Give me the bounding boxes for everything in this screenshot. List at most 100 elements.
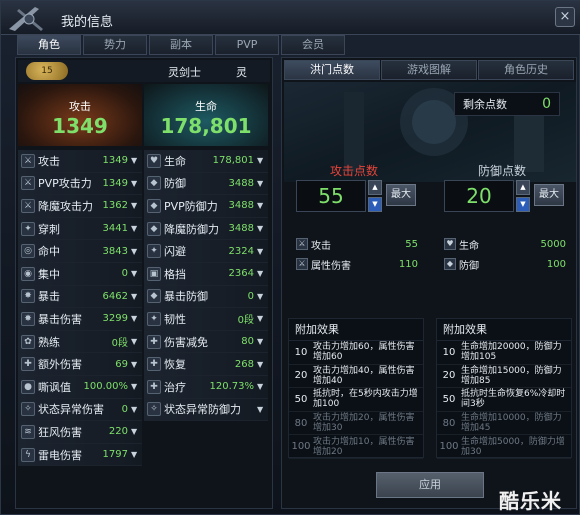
tab-game-guide[interactable]: 游戏图解 [381,60,477,80]
expand-arrow-icon[interactable]: ▼ [257,156,265,165]
stat-value: 3488 [228,200,254,212]
attack-max-button[interactable]: 最大 [386,184,416,206]
stat-row[interactable]: ≋ 狂风伤害 220 ▼ [18,421,142,444]
stat-row[interactable]: ⚔ 攻击 1349 ▼ [18,150,142,173]
expand-arrow-icon[interactable]: ▼ [257,179,265,188]
stat-value: 3299 [102,313,128,325]
expand-arrow-icon[interactable]: ▼ [131,314,139,323]
stat-icon: ⚔ [21,176,35,191]
bonus-title: 附加效果 [437,319,571,341]
decrement-icon[interactable]: ▼ [516,197,530,212]
expand-arrow-icon[interactable]: ▼ [131,427,139,436]
expand-arrow-icon[interactable]: ▼ [257,382,265,391]
tab-faction[interactable]: 势力 [83,35,147,55]
stat-row[interactable]: ✿ 熟练 0段 ▼ [18,330,142,354]
expand-arrow-icon[interactable]: ▼ [131,450,139,459]
expand-arrow-icon[interactable]: ▼ [131,405,139,414]
sword-icon: ⚔ [296,258,308,270]
stat-row[interactable]: ✚ 恢复 268 ▼ [144,353,268,376]
stat-name: 防御 [164,177,186,191]
tab-pvp[interactable]: PVP [215,35,279,55]
stat-name: 生命 [459,240,479,252]
stat-row[interactable]: ✧ 状态异常防御力 ▼ [144,398,268,422]
attack-summary: 攻击 1349 [18,84,142,146]
attack-points-value[interactable]: 55 [296,180,366,212]
tab-member[interactable]: 会员 [281,35,345,55]
stat-icon: ✿ [21,334,35,349]
stat-name: PVP攻击力 [38,177,92,191]
stat-row[interactable]: ✦ 韧性 0段 ▼ [144,308,268,331]
stat-icon: ✚ [147,379,161,394]
tab-points[interactable]: 洪门点数 [284,60,380,80]
increment-icon[interactable]: ▲ [516,180,530,195]
stat-row[interactable]: ▣ 格挡 2364 ▼ [144,262,268,286]
stat-row[interactable]: ◆ PVP防御力 3488 ▼ [144,195,268,218]
expand-arrow-icon[interactable]: ▼ [131,360,139,369]
stat-name: 生命 [164,154,186,168]
tab-history[interactable]: 角色历史 [478,60,574,80]
window-title: 我的信息 [61,15,114,30]
stat-row[interactable]: ⚔ PVP攻击力 1349 ▼ [18,172,142,196]
stat-row[interactable]: ⚔ 降魔攻击力 1362 ▼ [18,195,142,218]
stat-row[interactable]: ◆ 暴击防御 0 ▼ [144,285,268,309]
stat-row[interactable]: ◎ 命中 3843 ▼ [18,240,142,263]
stat-row[interactable]: ✸ 暴击 6462 ▼ [18,285,142,309]
stat-value: 1349 [102,177,128,189]
stat-icon: ✸ [21,289,35,304]
stat-row[interactable]: ϟ 雷电伤害 1797 ▼ [18,443,142,467]
expand-arrow-icon[interactable]: ▼ [257,269,265,278]
expand-arrow-icon[interactable]: ▼ [131,201,139,210]
expand-arrow-icon[interactable]: ▼ [257,405,265,414]
apply-button[interactable]: 应用 [376,472,484,498]
title-bar[interactable]: 我的信息 × [1,1,580,35]
expand-arrow-icon[interactable]: ▼ [257,201,265,210]
expand-arrow-icon[interactable]: ▼ [131,247,139,256]
stat-name: 恢复 [164,358,186,372]
stat-row[interactable]: ✚ 治疗 120.73% ▼ [144,375,268,399]
expand-arrow-icon[interactable]: ▼ [131,224,139,233]
expand-arrow-icon[interactable]: ▼ [131,156,139,165]
stat-row[interactable]: ✸ 暴击伤害 3299 ▼ [18,308,142,331]
tab-dungeon[interactable]: 副本 [149,35,213,55]
stat-icon: ✚ [21,357,35,372]
expand-arrow-icon[interactable]: ▼ [257,360,265,369]
expand-arrow-icon[interactable]: ▼ [257,337,265,346]
expand-arrow-icon[interactable]: ▼ [131,382,139,391]
stat-row[interactable]: ♥ 生命 178,801 ▼ [144,150,268,173]
stat-value: 0段 [237,315,254,327]
tab-character[interactable]: 角色 [17,35,81,55]
defense-points-stepper[interactable]: ▲ ▼ [516,180,530,212]
stat-row[interactable]: ✦ 穿刺 3441 ▼ [18,217,142,241]
expand-arrow-icon[interactable]: ▼ [257,247,265,256]
increment-icon[interactable]: ▲ [368,180,382,195]
stat-row[interactable]: ✚ 额外伤害 69 ▼ [18,353,142,376]
stat-value: 1349 [102,155,128,167]
close-button[interactable]: × [555,7,575,27]
stat-name: 属性伤害 [311,260,351,272]
defense-points-value[interactable]: 20 [444,180,514,212]
attack-points-stepper[interactable]: ▲ ▼ [368,180,382,212]
stat-row[interactable]: ◆ 降魔防御力 3488 ▼ [144,217,268,241]
expand-arrow-icon[interactable]: ▼ [131,179,139,188]
expand-arrow-icon[interactable]: ▼ [131,292,139,301]
stat-icon: ◆ [147,221,161,236]
stat-row[interactable]: ● 嘶讽值 100.00% ▼ [18,375,142,399]
stat-row[interactable]: ✚ 伤害减免 80 ▼ [144,330,268,354]
hp-summary-label: 生命 [195,100,217,113]
decrement-icon[interactable]: ▼ [368,197,382,212]
remaining-points-label: 剩余点数 [463,98,507,111]
bonus-row: 20 生命增加15000，防御力增加85 [437,365,571,389]
bonus-text: 生命增加20000，防御力增加105 [461,342,562,363]
bonus-row: 50 抵抗时，在5秒内攻击力增加100 [289,388,423,412]
stat-row[interactable]: ✧ 状态异常伤害 0 ▼ [18,398,142,422]
stat-value: 0段 [111,338,128,350]
stat-row[interactable]: ✦ 闪避 2324 ▼ [144,240,268,263]
expand-arrow-icon[interactable]: ▼ [131,337,139,346]
defense-max-button[interactable]: 最大 [534,184,564,206]
expand-arrow-icon[interactable]: ▼ [257,292,265,301]
expand-arrow-icon[interactable]: ▼ [257,314,265,323]
expand-arrow-icon[interactable]: ▼ [131,269,139,278]
stat-row[interactable]: ◆ 防御 3488 ▼ [144,172,268,196]
expand-arrow-icon[interactable]: ▼ [257,224,265,233]
stat-row[interactable]: ◉ 集中 0 ▼ [18,262,142,286]
